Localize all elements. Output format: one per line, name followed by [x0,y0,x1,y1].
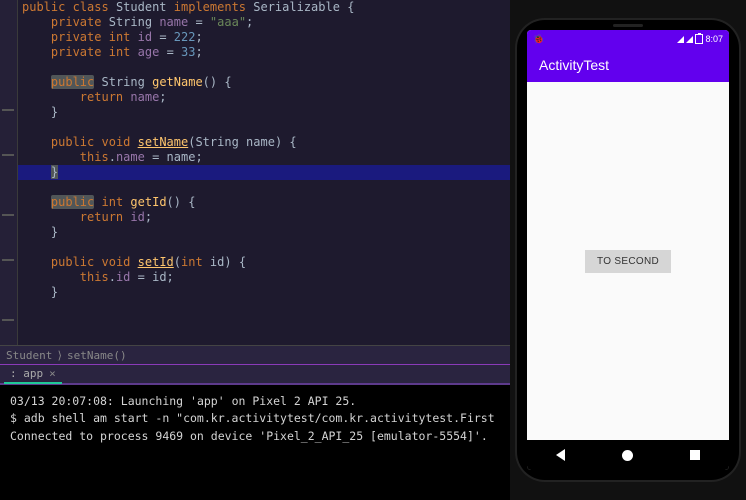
code-line[interactable]: public String getName() { [18,75,510,90]
tab-label: : app [10,367,43,380]
console-tab-bar: : app × [0,365,510,385]
nav-recent-icon[interactable] [690,450,700,460]
code-line[interactable]: private String name = "aaa"; [18,15,510,30]
breadcrumb-class[interactable]: Student [6,349,52,362]
code-line[interactable]: this.name = name; [18,150,510,165]
battery-icon [695,34,703,44]
editor-gutter [0,0,18,345]
breadcrumb-method[interactable]: setName() [67,349,127,362]
emulator-panel: 🐞 8:07 ActivityTest TO SECOND [510,0,746,500]
code-line[interactable] [18,240,510,255]
debug-icon: 🐞 [533,34,544,45]
ide-panel: public class Student implements Serializ… [0,0,510,500]
code-line[interactable] [18,120,510,135]
code-line[interactable]: private int id = 222; [18,30,510,45]
signal-icon [677,36,684,43]
code-line[interactable] [18,60,510,75]
code-editor[interactable]: public class Student implements Serializ… [0,0,510,345]
app-bar: ActivityTest [527,48,729,82]
phone-frame: 🐞 8:07 ActivityTest TO SECOND [517,20,739,480]
console-line: Connected to process 9469 on device 'Pix… [10,428,500,445]
nav-home-icon[interactable] [622,450,633,461]
app-title: ActivityTest [539,57,609,73]
status-bar: 🐞 8:07 [527,30,729,48]
tab-app[interactable]: : app × [4,365,62,384]
code-line-cursor[interactable]: } [18,165,510,180]
code-line[interactable]: return name; [18,90,510,105]
nav-bar [527,440,729,470]
signal-icon [686,36,693,43]
code-line[interactable]: this.id = id; [18,270,510,285]
code-line[interactable]: public class Student implements Serializ… [18,0,510,15]
to-second-button[interactable]: TO SECOND [585,250,671,273]
close-icon[interactable]: × [49,367,56,380]
run-console[interactable]: 03/13 20:07:08: Launching 'app' on Pixel… [0,385,510,500]
console-line: 03/13 20:07:08: Launching 'app' on Pixel… [10,393,500,410]
code-line[interactable]: public void setName(String name) { [18,135,510,150]
breadcrumb-sep: ⟩ [56,349,63,362]
nav-back-icon[interactable] [556,449,565,461]
code-line[interactable]: public void setId(int id) { [18,255,510,270]
code-line[interactable]: public int getId() { [18,195,510,210]
code-line[interactable]: } [18,225,510,240]
code-line[interactable]: return id; [18,210,510,225]
app-content: TO SECOND [527,82,729,440]
console-line: $ adb shell am start -n "com.kr.activity… [10,410,500,427]
code-line[interactable]: private int age = 33; [18,45,510,60]
code-line[interactable] [18,180,510,195]
breadcrumb[interactable]: Student ⟩ setName() [0,345,510,365]
clock: 8:07 [705,34,723,44]
code-line[interactable]: } [18,105,510,120]
phone-screen[interactable]: 🐞 8:07 ActivityTest TO SECOND [527,30,729,470]
code-line[interactable]: } [18,285,510,300]
phone-speaker [613,24,643,27]
